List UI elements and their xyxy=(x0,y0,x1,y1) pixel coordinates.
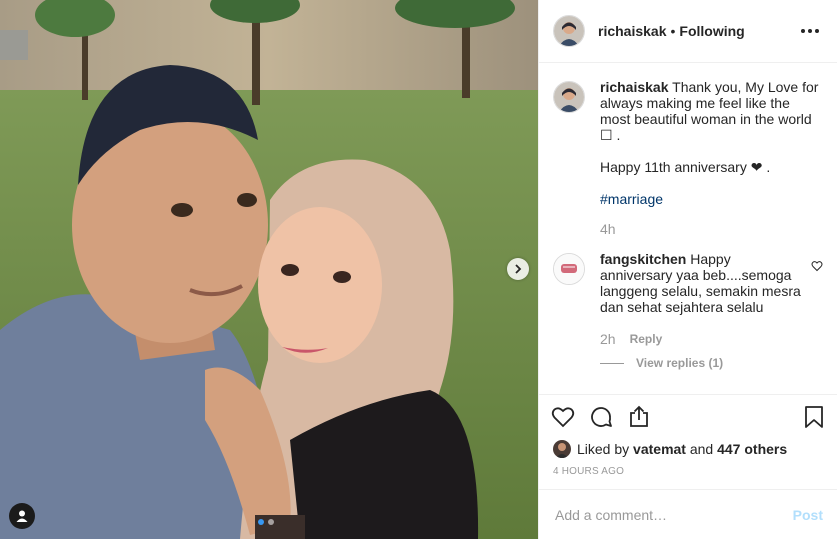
caption-username[interactable]: richaiskak xyxy=(600,79,669,95)
likes-prefix: Liked by xyxy=(577,441,630,457)
heart-outline-icon xyxy=(811,261,823,272)
author-username[interactable]: richaiskak xyxy=(598,23,667,39)
comment-meta: 2h Reply xyxy=(600,331,805,347)
caption: richaiskak Thank you, My Love for always… xyxy=(553,79,823,237)
likes-middle: and xyxy=(689,441,714,457)
comment-content: fangskitchen Happy anniversary yaa beb..… xyxy=(600,251,805,315)
liker-avatar[interactable] xyxy=(553,440,571,458)
liker-username[interactable]: vatemat xyxy=(633,441,686,457)
heart-icon[interactable] xyxy=(551,405,575,429)
comment-icon[interactable] xyxy=(589,405,613,429)
comment-like-heart-icon[interactable] xyxy=(811,259,823,371)
replies-divider xyxy=(600,362,624,364)
caption-time[interactable]: 4h xyxy=(600,221,616,237)
caption-avatar[interactable] xyxy=(553,81,585,113)
post-timestamp[interactable]: 4 HOURS AGO xyxy=(539,460,837,489)
person-icon xyxy=(16,510,28,522)
hashtag-line: #marriage xyxy=(600,191,823,207)
comment-time[interactable]: 2h xyxy=(600,331,616,347)
reply-button[interactable]: Reply xyxy=(630,331,663,347)
post-photo[interactable] xyxy=(0,0,538,539)
avatar-image xyxy=(554,254,584,284)
view-replies-label: View replies (1) xyxy=(636,356,724,370)
more-dot xyxy=(801,29,805,33)
header-separator: • xyxy=(670,23,676,39)
add-comment-bar: Post xyxy=(539,489,837,539)
follow-status[interactable]: Following xyxy=(679,23,744,39)
caption-body: richaiskak Thank you, My Love for always… xyxy=(600,79,823,237)
author-avatar[interactable] xyxy=(553,15,585,47)
avatar-image xyxy=(554,82,584,112)
caption-meta: 4h xyxy=(600,221,823,237)
photo-scene xyxy=(0,0,538,539)
carousel-next-button[interactable] xyxy=(507,258,529,280)
more-dot xyxy=(808,29,812,33)
view-replies-button[interactable]: View replies (1) xyxy=(600,355,805,371)
comment-input[interactable] xyxy=(553,505,793,524)
comment-item: fangskitchen Happy anniversary yaa beb..… xyxy=(553,251,823,371)
post-modal: richaiskak • Following richaiskak Thank … xyxy=(0,0,837,539)
action-bar xyxy=(539,394,837,438)
heart-glyph xyxy=(551,406,575,427)
post-comment-button[interactable]: Post xyxy=(793,507,823,523)
carousel-dot-active xyxy=(258,519,264,525)
likes-others-link[interactable]: 447 others xyxy=(717,441,787,457)
post-sidebar: richaiskak • Following richaiskak Thank … xyxy=(538,0,837,539)
hashtag-link[interactable]: #marriage xyxy=(600,191,663,207)
bookmark-icon[interactable] xyxy=(803,405,825,429)
caption-content: richaiskak Thank you, My Love for always… xyxy=(600,79,823,175)
comment-glyph xyxy=(591,406,612,427)
post-header: richaiskak • Following xyxy=(539,0,837,63)
avatar-image xyxy=(554,16,584,46)
more-dot xyxy=(815,29,819,33)
commenter-username[interactable]: fangskitchen xyxy=(600,251,686,267)
carousel-dot xyxy=(268,519,274,525)
comments-list: richaiskak Thank you, My Love for always… xyxy=(539,63,837,394)
share-icon[interactable] xyxy=(627,405,651,429)
carousel-indicator xyxy=(258,519,274,525)
chevron-right-icon xyxy=(515,264,522,274)
comment-body: fangskitchen Happy anniversary yaa beb..… xyxy=(600,251,805,371)
bookmark-glyph xyxy=(805,405,823,428)
likes-summary: Liked by vatemat and 447 others xyxy=(539,438,837,460)
share-glyph xyxy=(630,405,648,427)
commenter-avatar[interactable] xyxy=(553,253,585,285)
more-options-icon[interactable] xyxy=(797,25,823,37)
tagged-users-button[interactable] xyxy=(9,503,35,529)
avatar-image xyxy=(553,440,571,458)
